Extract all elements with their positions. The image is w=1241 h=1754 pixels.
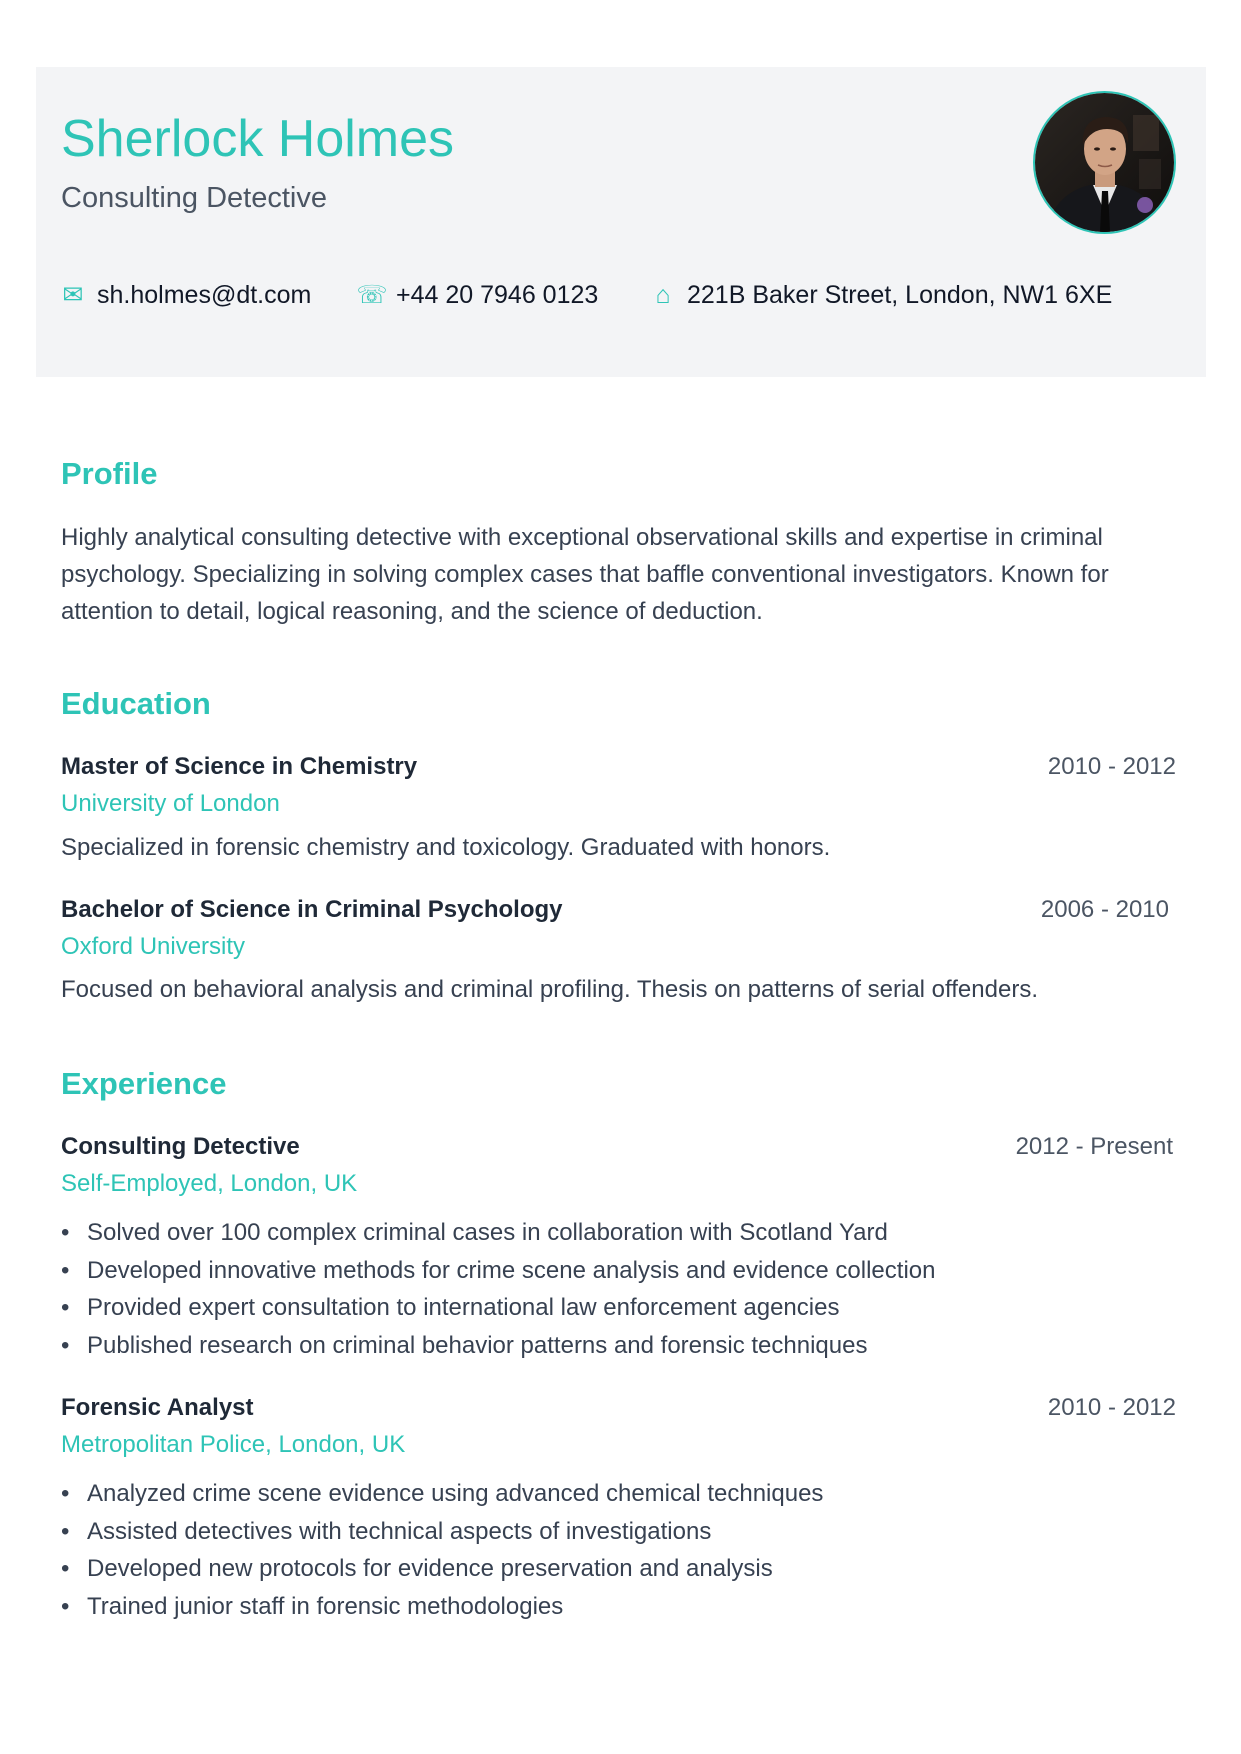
bullet-text: Developed innovative methods for crime s… xyxy=(87,1256,936,1284)
contact-phone[interactable]: ☏ +44 20 7946 0123 xyxy=(356,279,599,311)
education-heading: Education xyxy=(61,686,211,721)
bullet-text: Developed new protocols for evidence pre… xyxy=(87,1555,773,1582)
bullet-marker: • xyxy=(61,1219,70,1246)
bullet-text: Published research on criminal behavior … xyxy=(87,1331,868,1359)
experience-bullet: • Assisted detectives with technical aspe… xyxy=(61,1513,823,1551)
candidate-title: Consulting Detective xyxy=(61,182,327,214)
experience-org: Metropolitan Police, London, UK xyxy=(61,1431,406,1458)
education-degree: Bachelor of Science in Criminal Psycholo… xyxy=(61,896,563,923)
profile-text: Highly analytical consulting detective w… xyxy=(61,524,1109,625)
email-value: sh.holmes@dt.com xyxy=(97,280,312,309)
education-school: University of London xyxy=(61,790,280,817)
bullet-text: Assisted detectives with technical aspec… xyxy=(87,1517,712,1545)
experience-bullet: • Trained junior staff in forensic method… xyxy=(61,1588,823,1626)
bullet-marker: • xyxy=(61,1555,70,1582)
contact-email[interactable]: ✉ sh.holmes@dt.com xyxy=(61,279,312,311)
candidate-name: Sherlock Holmes xyxy=(61,110,455,168)
experience-bullets: • Analyzed crime scene evidence using adv… xyxy=(61,1475,823,1625)
contact-address: ⌂ 221B Baker Street, London, NW1 6XE xyxy=(651,279,1112,311)
profile-photo xyxy=(1033,91,1176,234)
bullet-marker: • xyxy=(61,1331,70,1359)
experience-role: Consulting Detective xyxy=(61,1133,300,1160)
phone-icon: ☏ xyxy=(356,281,388,309)
mail-icon: ✉ xyxy=(62,281,84,309)
experience-bullets: • Solved over 100 complex criminal cases … xyxy=(61,1214,935,1364)
experience-dates: 2010 - 2012 xyxy=(1047,1394,1176,1421)
experience-bullet: • Provided expert consultation to interna… xyxy=(61,1289,935,1327)
bullet-marker: • xyxy=(61,1256,70,1284)
experience-bullet: • Developed new protocols for evidence pr… xyxy=(61,1550,823,1588)
experience-bullet: • Developed innovative methods for crime … xyxy=(61,1252,935,1290)
profile-heading: Profile xyxy=(61,456,158,491)
education-degree: Master of Science in Chemistry xyxy=(61,753,418,780)
education-dates: 2006 - 2010 xyxy=(1040,896,1169,923)
home-icon: ⌂ xyxy=(655,280,671,309)
education-school: Oxford University xyxy=(61,933,246,960)
experience-bullet: • Analyzed crime scene evidence using adv… xyxy=(61,1475,823,1513)
bullet-marker: • xyxy=(61,1480,70,1507)
experience-dates: 2012 - Present xyxy=(1015,1133,1173,1160)
experience-heading: Experience xyxy=(61,1066,227,1101)
bullet-marker: • xyxy=(61,1592,70,1620)
bullet-text: Trained junior staff in forensic methodo… xyxy=(87,1592,564,1620)
phone-value: +44 20 7946 0123 xyxy=(396,280,599,309)
bullet-marker: • xyxy=(61,1517,70,1545)
resume-header: Sherlock Holmes Consulting Detective ✉ s… xyxy=(36,67,1206,377)
education-description: Specialized in forensic chemistry and to… xyxy=(61,834,831,861)
bullet-text: Analyzed crime scene evidence using adva… xyxy=(87,1480,824,1507)
experience-bullet: • Published research on criminal behavior… xyxy=(61,1327,935,1365)
bullet-text: Provided expert consultation to internat… xyxy=(87,1294,840,1321)
education-dates: 2010 - 2012 xyxy=(1047,753,1176,780)
bullet-marker: • xyxy=(61,1294,70,1321)
bullet-text: Solved over 100 complex criminal cases i… xyxy=(87,1219,888,1246)
address-value: 221B Baker Street, London, NW1 6XE xyxy=(687,280,1113,309)
experience-role: Forensic Analyst xyxy=(61,1394,254,1421)
education-description: Focused on behavioral analysis and crimi… xyxy=(61,976,1038,1003)
experience-bullet: • Solved over 100 complex criminal cases … xyxy=(61,1214,935,1252)
experience-org: Self-Employed, London, UK xyxy=(61,1170,358,1197)
